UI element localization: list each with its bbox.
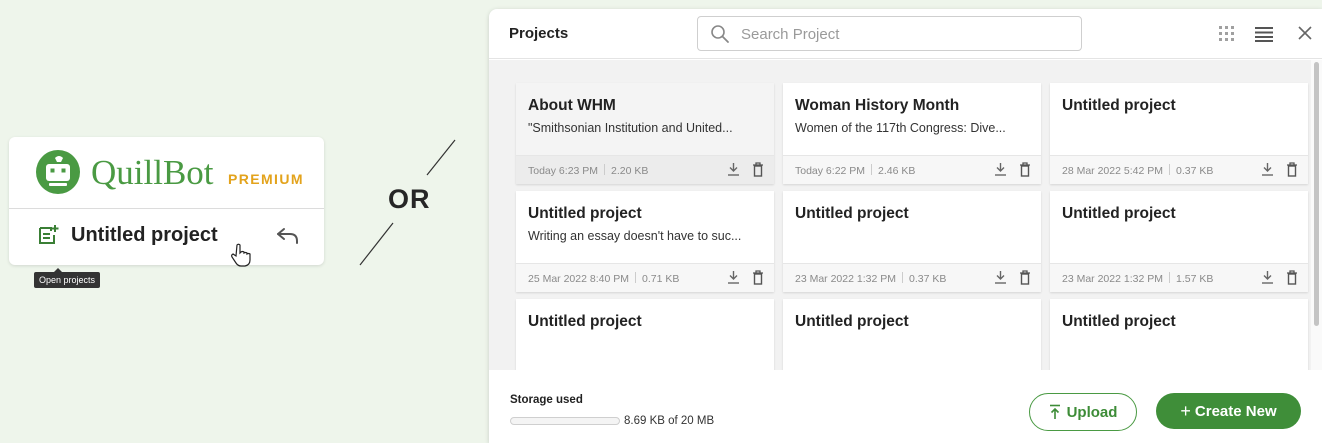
meta-separator — [1168, 164, 1170, 175]
project-card-date: Today 6:22 PM — [795, 165, 866, 177]
project-card-footer: 28 Mar 2022 5:42 PM 0.37 KB — [1050, 155, 1308, 184]
quillbot-robot-icon — [36, 150, 80, 194]
project-card-footer: 23 Mar 2022 1:32 PM 0.37 KB — [783, 263, 1041, 292]
project-card-date: 28 Mar 2022 5:42 PM — [1062, 165, 1163, 177]
project-card-meta: 23 Mar 2022 1:32 PM 1.57 KB — [1062, 272, 1213, 285]
open-projects-row[interactable]: Untitled project — [9, 210, 324, 267]
project-card[interactable]: Untitled project 23 Mar 2022 1:32 PM 1.57 … — [1050, 191, 1308, 292]
upload-button[interactable]: Upload — [1029, 393, 1137, 431]
trash-icon[interactable] — [752, 270, 764, 285]
open-projects-tooltip: Open projects — [34, 268, 101, 288]
scrollbar[interactable] — [1311, 60, 1322, 370]
project-card[interactable]: Untitled project 23 Mar 2022 1:32 PM 0.37 … — [783, 191, 1041, 292]
project-card-title[interactable]: Untitled project — [795, 205, 909, 223]
note-add-icon[interactable] — [37, 224, 59, 246]
download-icon[interactable] — [727, 162, 740, 177]
storage-usage-text: 8.69 KB of 20 MB — [624, 415, 715, 427]
project-card-footer: 25 Mar 2022 8:40 PM 0.71 KB — [516, 263, 774, 292]
or-separator: OR — [388, 184, 431, 214]
close-icon[interactable] — [1297, 25, 1313, 41]
project-card[interactable]: Untitled project — [516, 299, 774, 370]
project-card-date: 25 Mar 2022 8:40 PM — [528, 273, 629, 285]
project-card[interactable]: Untitled project — [783, 299, 1041, 370]
search-input[interactable] — [741, 24, 1061, 44]
download-icon[interactable] — [1261, 270, 1274, 285]
project-grid: About WHM "Smithsonian Institution and Un… — [489, 60, 1311, 370]
trash-icon[interactable] — [1286, 270, 1298, 285]
dialog-footer: Storage used 8.69 KB of 20 MB Upload + C… — [489, 370, 1322, 443]
download-icon[interactable] — [994, 270, 1007, 285]
projects-dialog: Projects About WHM"Smithsonian Instit — [489, 9, 1322, 443]
project-card-title[interactable]: Untitled project — [1062, 313, 1176, 331]
quillbot-brand-name: QuillBot — [91, 153, 214, 192]
project-card-footer: Today 6:23 PM 2.20 KB — [516, 155, 774, 184]
trash-icon[interactable] — [752, 162, 764, 177]
undo-icon[interactable] — [275, 223, 301, 247]
project-card-title[interactable]: Woman History Month — [795, 97, 959, 115]
download-icon[interactable] — [994, 162, 1007, 177]
hand-cursor-icon — [231, 243, 251, 267]
project-card-title[interactable]: Untitled project — [1062, 97, 1176, 115]
download-icon[interactable] — [727, 270, 740, 285]
storage-progress-bar — [510, 417, 620, 425]
download-icon[interactable] — [1261, 162, 1274, 177]
dialog-header: Projects — [489, 9, 1322, 59]
upload-label: Upload — [1066, 403, 1118, 421]
project-card[interactable]: Untitled project — [1050, 299, 1308, 370]
storage-label: Storage used — [510, 394, 583, 406]
meta-separator — [634, 272, 636, 283]
meta-separator — [871, 164, 873, 175]
project-card-footer: 23 Mar 2022 1:32 PM 1.57 KB — [1050, 263, 1308, 292]
project-card-meta: 23 Mar 2022 1:32 PM 0.37 KB — [795, 272, 946, 285]
trash-icon[interactable] — [1019, 162, 1031, 177]
project-card-size: 1.57 KB — [1175, 273, 1214, 285]
project-card-footer: Today 6:22 PM 2.46 KB — [783, 155, 1041, 184]
project-card-meta: Today 6:23 PM 2.20 KB — [528, 164, 648, 177]
trash-icon[interactable] — [1286, 162, 1298, 177]
list-view-icon[interactable] — [1255, 26, 1273, 42]
project-card-size: 2.46 KB — [878, 165, 916, 177]
project-card-date: 23 Mar 2022 1:32 PM — [795, 273, 896, 285]
scrollbar-thumb[interactable] — [1314, 62, 1319, 326]
project-card[interactable]: About WHM "Smithsonian Institution and Un… — [516, 83, 774, 184]
meta-separator — [604, 164, 606, 175]
project-card-meta: 25 Mar 2022 8:40 PM 0.71 KB — [528, 272, 679, 285]
meta-separator — [901, 272, 903, 283]
trash-icon[interactable] — [1019, 270, 1031, 285]
dialog-title: Projects — [509, 25, 569, 42]
project-card-date: Today 6:23 PM — [528, 165, 599, 177]
project-card-date: 23 Mar 2022 1:32 PM — [1062, 273, 1163, 285]
project-card-size: 2.20 KB — [611, 165, 649, 177]
plus-icon: + — [1180, 401, 1191, 421]
project-card[interactable]: Woman History Month Women of the 117th Co… — [783, 83, 1041, 184]
project-card-title[interactable]: Untitled project — [1062, 205, 1176, 223]
project-card-size: 0.37 KB — [908, 273, 947, 285]
project-card-title[interactable]: Untitled project — [795, 313, 909, 331]
upload-icon — [1049, 404, 1060, 419]
project-card-title[interactable]: About WHM — [528, 97, 616, 115]
grid-view-icon[interactable] — [1219, 26, 1235, 42]
current-project-title[interactable]: Untitled project — [71, 224, 218, 247]
project-card-meta: 28 Mar 2022 5:42 PM 0.37 KB — [1062, 164, 1213, 177]
project-card-size: 0.37 KB — [1175, 165, 1214, 177]
project-card-size: 0.71 KB — [641, 273, 680, 285]
project-card-meta: Today 6:22 PM 2.46 KB — [795, 164, 915, 177]
create-new-button[interactable]: + Create New — [1156, 393, 1301, 429]
meta-separator — [1168, 272, 1170, 283]
premium-badge: PREMIUM — [228, 171, 304, 187]
quillbot-logo-row: QuillBot PREMIUM — [9, 137, 324, 209]
project-card-description: Writing an essay doesn't have to suc... — [528, 229, 742, 243]
project-card-description: Women of the 117th Congress: Dive... — [795, 121, 1006, 135]
project-card-title[interactable]: Untitled project — [528, 313, 642, 331]
search-box[interactable] — [697, 16, 1082, 51]
search-icon — [711, 25, 729, 43]
quillbot-header-card: QuillBot PREMIUM Untitled project — [9, 137, 324, 267]
project-card[interactable]: Untitled project Writing an essay doesn't… — [516, 191, 774, 292]
create-new-label: Create New — [1194, 402, 1277, 420]
project-card-description: "Smithsonian Institution and United... — [528, 121, 733, 135]
project-card-title[interactable]: Untitled project — [528, 205, 642, 223]
project-card[interactable]: Untitled project 28 Mar 2022 5:42 PM 0.37 … — [1050, 83, 1308, 184]
